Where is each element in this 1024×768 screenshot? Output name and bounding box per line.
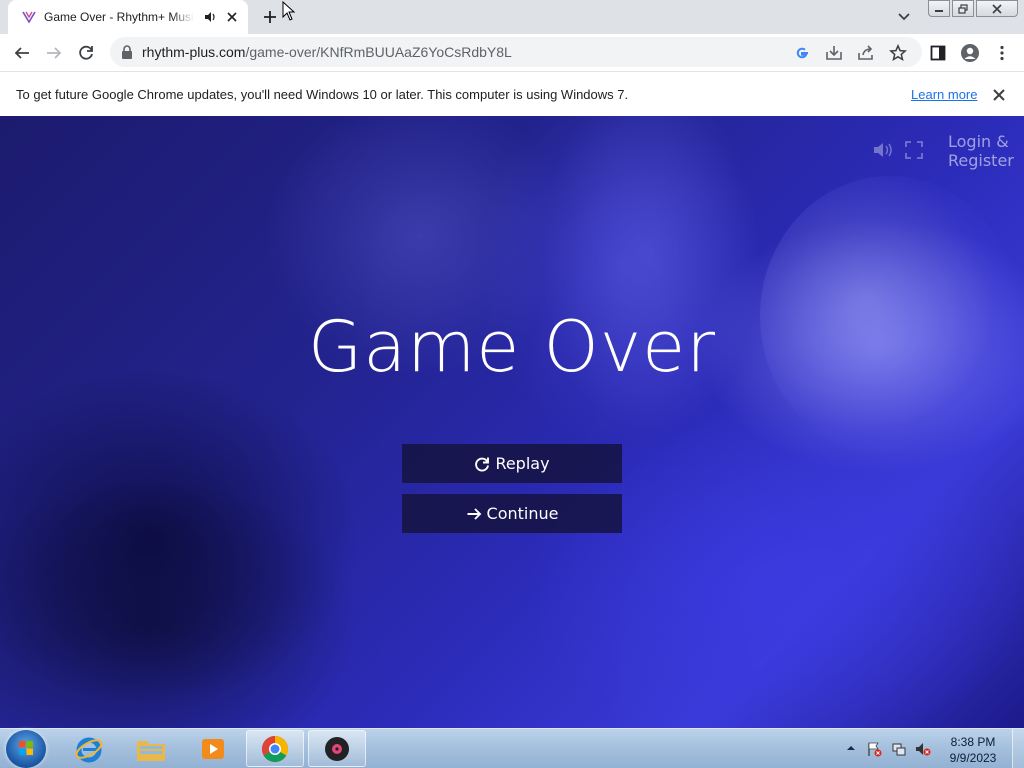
new-tab-button[interactable] xyxy=(256,4,284,30)
reload-icon xyxy=(79,45,93,60)
replay-button[interactable]: Replay xyxy=(402,444,622,483)
url-path: /game-over/KNfRmBUUAaZ6YoCsRdbY8L xyxy=(245,44,512,60)
login-register-link[interactable]: Login & Register xyxy=(948,132,1018,170)
window-minimize-button[interactable] xyxy=(928,0,950,17)
star-icon xyxy=(889,44,907,62)
show-desktop-button[interactable] xyxy=(1012,729,1024,768)
share-button[interactable] xyxy=(855,42,877,64)
taskbar-music-app[interactable] xyxy=(308,730,366,767)
minimize-icon xyxy=(935,9,943,12)
download-icon xyxy=(826,46,842,60)
taskbar-chrome[interactable] xyxy=(246,730,304,767)
update-infobar: To get future Google Chrome updates, you… xyxy=(0,71,1024,116)
menu-button[interactable] xyxy=(991,42,1013,64)
volume-icon[interactable] xyxy=(873,141,895,159)
browser-toolbar: rhythm-plus.com/game-over/KNfRmBUUAaZ6Yo… xyxy=(0,34,1024,71)
folder-icon xyxy=(137,740,165,761)
kebab-menu-icon xyxy=(1000,45,1004,61)
tray-expand-icon[interactable] xyxy=(846,743,856,753)
profile-button[interactable] xyxy=(959,42,981,64)
background-shadow xyxy=(0,476,360,728)
mouse-cursor-icon xyxy=(282,1,296,21)
tab-strip: Game Over - Rhythm+ Music Game xyxy=(0,0,1024,34)
continue-label: Continue xyxy=(486,504,559,523)
google-lens-button[interactable] xyxy=(791,42,813,64)
forward-button[interactable] xyxy=(43,42,65,64)
start-button[interactable] xyxy=(6,730,46,768)
rhythm-plus-favicon-icon xyxy=(22,11,36,24)
tab-close-icon[interactable] xyxy=(224,9,240,25)
infobar-close-icon[interactable] xyxy=(990,86,1008,104)
restore-icon xyxy=(958,3,968,14)
arrow-right-icon xyxy=(47,47,62,59)
vinyl-record-icon xyxy=(325,736,349,761)
plus-icon xyxy=(264,11,276,23)
back-button[interactable] xyxy=(11,42,33,64)
system-clock[interactable]: 8:38 PM 9/9/2023 xyxy=(940,734,1006,766)
tab-title: Game Over - Rhythm+ Music Game xyxy=(44,10,194,24)
tab-search-chevron-down-icon[interactable] xyxy=(894,8,914,26)
window-restore-button[interactable] xyxy=(952,0,974,17)
clock-time: 8:38 PM xyxy=(950,735,996,749)
page-title: Game Over xyxy=(307,306,716,388)
chrome-icon xyxy=(261,735,289,762)
url-text[interactable]: rhythm-plus.com/game-over/KNfRmBUUAaZ6Yo… xyxy=(142,44,512,60)
continue-button[interactable]: Continue xyxy=(402,494,622,533)
background-swirl xyxy=(540,116,760,436)
install-app-button[interactable] xyxy=(823,42,845,64)
internet-explorer-icon xyxy=(75,737,103,762)
share-icon xyxy=(858,45,873,60)
game-over-page: Login & Register Game Over Replay Contin… xyxy=(0,116,1024,728)
media-player-icon xyxy=(202,738,224,759)
infobar-message: To get future Google Chrome updates, you… xyxy=(16,87,629,102)
taskbar-media-player[interactable] xyxy=(184,730,242,767)
side-panel-icon xyxy=(930,45,946,61)
lock-icon[interactable] xyxy=(120,44,134,60)
url-host: rhythm-plus.com xyxy=(142,44,246,60)
bookmark-button[interactable] xyxy=(887,42,909,64)
side-panel-button[interactable] xyxy=(927,42,949,64)
taskbar-internet-explorer[interactable] xyxy=(60,730,118,767)
clock-date: 9/9/2023 xyxy=(949,751,997,765)
reload-button[interactable] xyxy=(75,42,97,64)
close-icon xyxy=(992,3,1002,14)
arrow-right-icon xyxy=(467,507,481,520)
arrow-left-icon xyxy=(14,47,29,59)
tab-audio-playing-icon[interactable] xyxy=(204,10,218,24)
network-icon[interactable] xyxy=(891,741,907,757)
volume-muted-icon[interactable] xyxy=(915,741,931,757)
window-close-button[interactable] xyxy=(976,0,1018,17)
windows-logo-icon xyxy=(19,741,33,755)
action-center-flag-icon[interactable] xyxy=(866,741,882,757)
replay-icon xyxy=(475,457,490,471)
replay-label: Replay xyxy=(495,454,550,473)
avatar-icon xyxy=(961,44,979,62)
browser-tab[interactable]: Game Over - Rhythm+ Music Game xyxy=(8,0,248,34)
windows-taskbar: 8:38 PM 9/9/2023 xyxy=(0,728,1024,768)
google-g-icon xyxy=(796,47,808,59)
fullscreen-icon[interactable] xyxy=(905,141,923,159)
learn-more-link[interactable]: Learn more xyxy=(911,87,977,102)
taskbar-file-explorer[interactable] xyxy=(122,730,180,767)
